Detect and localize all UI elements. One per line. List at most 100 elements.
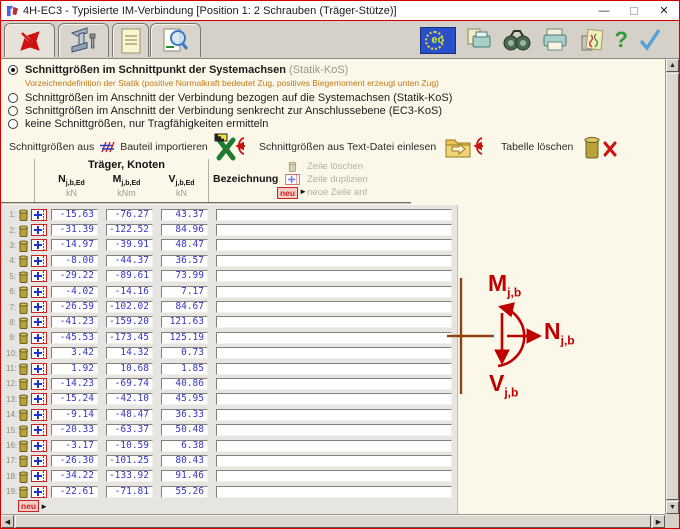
copy-output-button[interactable] bbox=[465, 26, 493, 54]
n-value-field[interactable]: -26.30 bbox=[51, 455, 98, 467]
v-value-field[interactable]: 84.67 bbox=[161, 301, 208, 313]
help-button[interactable]: ? bbox=[615, 29, 628, 51]
m-value-field[interactable]: -42.10 bbox=[106, 393, 153, 405]
v-value-field[interactable]: 7.17 bbox=[161, 286, 208, 298]
v-value-field[interactable]: 0.73 bbox=[161, 347, 208, 359]
duplicate-row-icon[interactable] bbox=[31, 255, 47, 267]
radio-icon[interactable] bbox=[8, 119, 18, 129]
minimize-button[interactable]: — bbox=[589, 1, 619, 20]
delete-row-icon[interactable] bbox=[18, 470, 29, 483]
n-value-field[interactable]: -26.59 bbox=[51, 301, 98, 313]
delete-row-icon[interactable] bbox=[18, 439, 29, 452]
delete-row-icon[interactable] bbox=[18, 377, 29, 390]
m-value-field[interactable]: -71.81 bbox=[106, 486, 153, 498]
n-value-field[interactable]: -20.33 bbox=[51, 424, 98, 436]
duplicate-row-icon[interactable] bbox=[31, 209, 47, 221]
v-value-field[interactable]: 50.48 bbox=[161, 424, 208, 436]
vertical-scrollbar[interactable]: ▲ ▼ bbox=[665, 59, 679, 514]
v-value-field[interactable]: 45.95 bbox=[161, 393, 208, 405]
delete-row-icon[interactable] bbox=[18, 424, 29, 437]
delete-row-icon[interactable] bbox=[18, 239, 29, 252]
horizontal-scrollbar[interactable]: ◀ ▶ bbox=[1, 514, 665, 528]
close-button[interactable]: ✕ bbox=[649, 1, 679, 20]
duplicate-row-icon[interactable] bbox=[31, 316, 47, 328]
duplicate-row-icon[interactable] bbox=[31, 332, 47, 344]
v-value-field[interactable]: 55.26 bbox=[161, 486, 208, 498]
m-value-field[interactable]: -173.45 bbox=[106, 332, 153, 344]
n-value-field[interactable]: -8.00 bbox=[51, 255, 98, 267]
bezeichnung-field[interactable] bbox=[216, 363, 452, 375]
v-value-field[interactable]: 73.99 bbox=[161, 270, 208, 282]
m-value-field[interactable]: -69.74 bbox=[106, 378, 153, 390]
duplicate-row-icon[interactable] bbox=[31, 440, 47, 452]
bezeichnung-field[interactable] bbox=[216, 455, 452, 467]
radio-selected-icon[interactable] bbox=[8, 65, 18, 75]
duplicate-row-icon[interactable] bbox=[31, 347, 47, 359]
bezeichnung-field[interactable] bbox=[216, 255, 452, 267]
delete-printlist-button[interactable] bbox=[578, 26, 606, 54]
n-value-field[interactable]: -34.22 bbox=[51, 470, 98, 482]
m-value-field[interactable]: -44.37 bbox=[106, 255, 153, 267]
bezeichnung-field[interactable] bbox=[216, 286, 452, 298]
n-value-field[interactable]: -41.23 bbox=[51, 316, 98, 328]
duplicate-row-icon[interactable] bbox=[31, 363, 47, 375]
tab-vorschau[interactable] bbox=[150, 23, 201, 57]
radio-icon[interactable] bbox=[8, 93, 18, 103]
duplicate-row-icon[interactable] bbox=[31, 224, 47, 236]
horizontal-scroll-thumb[interactable] bbox=[15, 515, 651, 528]
delete-row-icon[interactable] bbox=[18, 454, 29, 467]
m-value-field[interactable]: -10.59 bbox=[106, 440, 153, 452]
m-value-field[interactable]: 14.32 bbox=[106, 347, 153, 359]
bezeichnung-field[interactable] bbox=[216, 424, 452, 436]
bezeichnung-field[interactable] bbox=[216, 301, 452, 313]
print-button[interactable] bbox=[541, 26, 569, 54]
delete-row-icon[interactable] bbox=[18, 224, 29, 237]
bezeichnung-field[interactable] bbox=[216, 270, 452, 282]
n-value-field[interactable]: -15.63 bbox=[51, 209, 98, 221]
delete-row-icon[interactable] bbox=[18, 485, 29, 498]
delete-row-icon[interactable] bbox=[18, 347, 29, 360]
radio-icon[interactable] bbox=[8, 106, 18, 116]
delete-row-icon[interactable] bbox=[18, 393, 29, 406]
bezeichnung-field[interactable] bbox=[216, 209, 452, 221]
add-row-button[interactable]: neu► bbox=[18, 500, 48, 512]
duplicate-row-icon[interactable] bbox=[31, 424, 47, 436]
duplicate-row-icon[interactable] bbox=[31, 393, 47, 405]
n-value-field[interactable]: -14.97 bbox=[51, 239, 98, 251]
bezeichnung-field[interactable] bbox=[216, 393, 452, 405]
m-value-field[interactable]: 10.68 bbox=[106, 363, 153, 375]
bezeichnung-field[interactable] bbox=[216, 239, 452, 251]
duplicate-row-icon[interactable] bbox=[31, 409, 47, 421]
duplicate-row-icon[interactable] bbox=[31, 239, 47, 251]
option-anschnitt-ec3[interactable]: Schnittgrößen im Anschnitt der Verbindun… bbox=[8, 105, 442, 117]
n-value-field[interactable]: 1.92 bbox=[51, 363, 98, 375]
bezeichnung-field[interactable] bbox=[216, 224, 452, 236]
scroll-left-button[interactable]: ◀ bbox=[1, 515, 14, 528]
bezeichnung-field[interactable] bbox=[216, 409, 452, 421]
option-anschnitt-statik[interactable]: Schnittgrößen im Anschnitt der Verbindun… bbox=[8, 92, 452, 104]
delete-row-icon[interactable] bbox=[18, 316, 29, 329]
bezeichnung-field[interactable] bbox=[216, 347, 452, 359]
n-value-field[interactable]: -45.53 bbox=[51, 332, 98, 344]
delete-row-icon[interactable] bbox=[18, 208, 29, 221]
maximize-button[interactable] bbox=[619, 1, 649, 20]
m-value-field[interactable]: -102.02 bbox=[106, 301, 153, 313]
duplicate-row-icon[interactable] bbox=[31, 455, 47, 467]
tab-dokument[interactable] bbox=[112, 23, 149, 57]
m-value-field[interactable]: -133.92 bbox=[106, 470, 153, 482]
n-value-field[interactable]: -14.23 bbox=[51, 378, 98, 390]
v-value-field[interactable]: 36.57 bbox=[161, 255, 208, 267]
bezeichnung-field[interactable] bbox=[216, 486, 452, 498]
m-value-field[interactable]: -39.91 bbox=[106, 239, 153, 251]
option-schnittpunkt[interactable]: Schnittgrößen im Schnittpunkt der System… bbox=[8, 64, 348, 76]
tab-querschnitt[interactable] bbox=[58, 23, 109, 57]
duplicate-row-icon[interactable] bbox=[31, 286, 47, 298]
confirm-button[interactable] bbox=[637, 27, 663, 53]
m-value-field[interactable]: -48.47 bbox=[106, 409, 153, 421]
v-value-field[interactable]: 125.19 bbox=[161, 332, 208, 344]
bezeichnung-field[interactable] bbox=[216, 440, 452, 452]
n-value-field[interactable]: -4.02 bbox=[51, 286, 98, 298]
n-value-field[interactable]: -9.14 bbox=[51, 409, 98, 421]
delete-row-icon[interactable] bbox=[18, 270, 29, 283]
bezeichnung-field[interactable] bbox=[216, 332, 452, 344]
